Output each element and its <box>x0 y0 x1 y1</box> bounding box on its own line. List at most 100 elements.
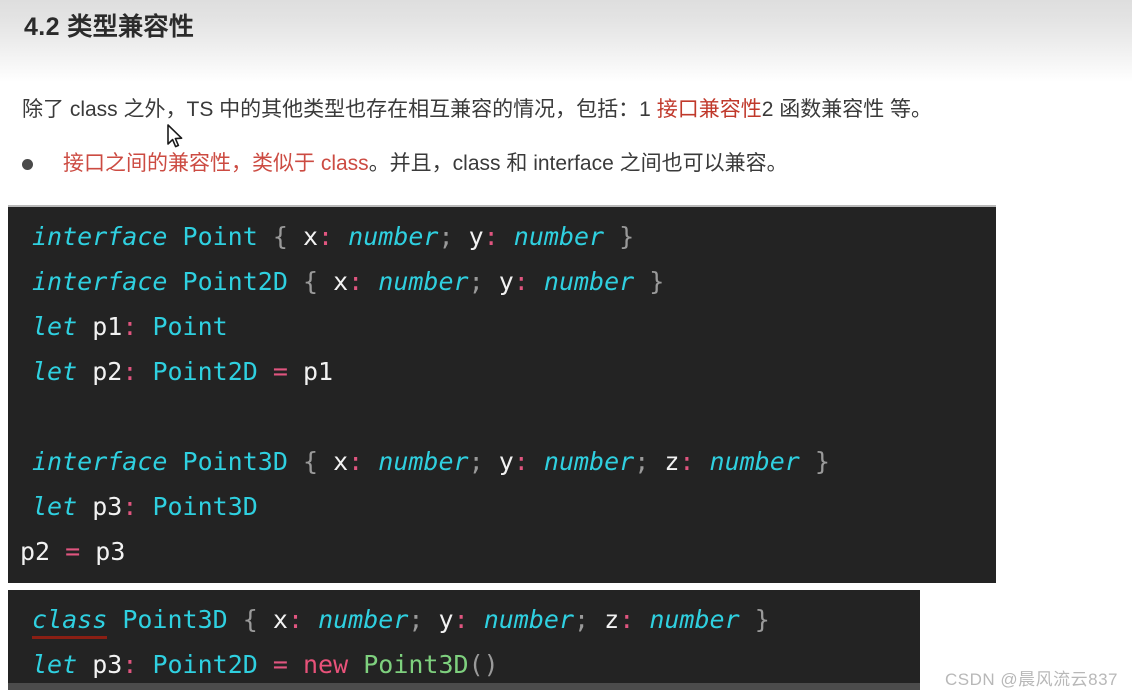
code-token: y <box>468 222 484 251</box>
code-token: let <box>32 492 78 521</box>
code-line: class Point3D { x: number; y: number; z:… <box>8 597 920 642</box>
code-token: Point3D <box>152 492 258 521</box>
intro-paragraph: 除了 class 之外，TS 中的其他类型也存在相互兼容的情况，包括：1 接口兼… <box>22 96 932 124</box>
code-line: let p3: Point2D = new Point3D() <box>8 642 920 687</box>
code-token: number <box>318 605 409 634</box>
code-token: : <box>483 222 499 251</box>
code-token: ; <box>634 447 650 476</box>
code-token: let <box>32 357 78 386</box>
code-line: interface Point { x: number; y: number } <box>8 214 996 259</box>
code-token: : <box>513 447 529 476</box>
code-token: ; <box>468 267 484 296</box>
code-token: } <box>754 605 770 634</box>
code-token: y <box>498 267 514 296</box>
code-token: number <box>483 605 574 634</box>
code-token: = <box>272 650 288 679</box>
code-token: p1 <box>303 357 334 386</box>
code-token: : <box>122 492 138 521</box>
mouse-pointer-icon <box>167 124 183 148</box>
code-line: p2 = p3 <box>8 529 996 574</box>
code-line: let p1: Point <box>8 304 996 349</box>
code-block-interface-compatibility[interactable]: interface Point { x: number; y: number }… <box>8 205 996 583</box>
intro-text-highlight: 接口兼容性 <box>656 98 762 121</box>
code-token: new <box>303 650 349 679</box>
code-token: : <box>679 447 695 476</box>
code-token: number <box>543 267 635 296</box>
code-token-error: class <box>32 605 108 634</box>
code-line: let p2: Point2D = p1 <box>8 349 996 394</box>
code-token: Point3D <box>363 650 469 679</box>
code-token: : <box>348 447 364 476</box>
code-token: y <box>498 447 514 476</box>
code-line: interface Point3D { x: number; y: number… <box>8 439 996 484</box>
code-token: () <box>468 650 499 679</box>
code-token: interface <box>32 447 168 476</box>
code-token: number <box>709 447 800 476</box>
code-token: Point2D <box>182 267 288 296</box>
bullet-text-highlight: 接口之间的兼容性，类似于 class <box>63 152 369 175</box>
code-token: z <box>664 447 680 476</box>
code-token: number <box>513 222 605 251</box>
code-line: let p3: Point3D <box>8 484 996 529</box>
code-token: y <box>438 605 454 634</box>
bullet-text-rest: 。并且，class 和 interface 之间也可以兼容。 <box>368 152 788 175</box>
code-token: : <box>453 605 469 634</box>
code-token: interface <box>32 267 168 296</box>
code-token: : <box>287 605 303 634</box>
code-token: let <box>32 312 78 341</box>
code-token: Point3D <box>182 447 288 476</box>
code-token: { <box>242 605 258 634</box>
code-token: = <box>272 357 288 386</box>
code-token: z <box>604 605 620 634</box>
watermark-label: CSDN @晨风流云837 <box>944 670 1118 689</box>
code-token: : <box>348 267 364 296</box>
code-token: : <box>122 357 138 386</box>
code-block-class-interface-compatibility[interactable]: class Point3D { x: number; y: number; z:… <box>8 590 920 690</box>
page-title: 4.2 类型兼容性 <box>24 13 195 41</box>
code-token: ; <box>468 447 484 476</box>
code-token: number <box>378 447 469 476</box>
code-token: number <box>543 447 635 476</box>
code-token: { <box>302 267 319 296</box>
code-token: x <box>272 605 288 634</box>
code-token: ; <box>408 605 424 634</box>
